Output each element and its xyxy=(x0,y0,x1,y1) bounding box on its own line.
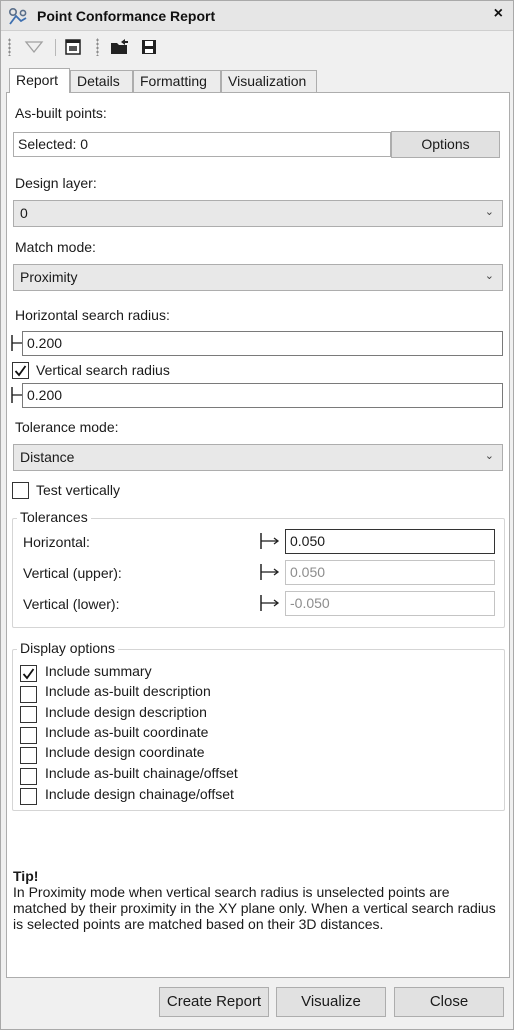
vertical-search-radius-checkbox[interactable] xyxy=(12,362,29,379)
save-button[interactable] xyxy=(138,36,160,58)
checkmark-icon xyxy=(22,668,35,680)
create-report-button[interactable]: Create Report xyxy=(159,987,269,1017)
include-as-built-description-label: Include as-built description xyxy=(45,683,211,699)
include-as-built-coordinate-label: Include as-built coordinate xyxy=(45,724,209,740)
open-folder-icon xyxy=(111,39,128,54)
match-mode-value: Proximity xyxy=(20,269,78,285)
display-options-group-title: Display options xyxy=(17,640,118,656)
include-summary-label: Include summary xyxy=(45,663,152,679)
toolbar xyxy=(1,31,513,63)
include-design-description-checkbox[interactable] xyxy=(20,706,37,723)
toolbar-grip[interactable] xyxy=(96,38,99,56)
include-design-description-label: Include design description xyxy=(45,704,207,720)
options-button[interactable]: Options xyxy=(391,131,500,158)
include-design-coordinate-label: Include design coordinate xyxy=(45,744,205,760)
tab-report[interactable]: Report xyxy=(9,68,70,93)
tolerance-vertical-upper-label: Vertical (upper): xyxy=(23,565,122,581)
save-icon xyxy=(142,40,156,54)
tolerance-mode-select[interactable]: Distance ⌄ xyxy=(13,444,503,471)
vertical-search-radius-input[interactable]: 0.200 xyxy=(22,383,503,408)
include-summary-checkbox[interactable] xyxy=(20,665,37,682)
open-button[interactable] xyxy=(109,36,131,58)
tip-text: In Proximity mode when vertical search r… xyxy=(13,884,496,932)
chevron-down-icon: ⌄ xyxy=(484,270,494,282)
design-layer-select[interactable]: 0 ⌄ xyxy=(13,200,503,227)
tolerance-mode-value: Distance xyxy=(20,449,75,465)
title-bar: Point Conformance Report × xyxy=(1,1,513,31)
design-layer-label: Design layer: xyxy=(15,175,97,191)
toolbar-separator xyxy=(55,39,56,56)
include-as-built-coordinate-checkbox[interactable] xyxy=(20,727,37,744)
tolerance-vertical-upper-input[interactable]: 0.050 xyxy=(285,560,495,585)
horizontal-search-radius-label: Horizontal search radius: xyxy=(15,307,170,323)
filter-icon xyxy=(24,41,44,54)
filter-button[interactable] xyxy=(23,36,45,58)
window-icon xyxy=(65,39,81,55)
match-mode-select[interactable]: Proximity ⌄ xyxy=(13,264,503,291)
include-as-built-chainage-offset-label: Include as-built chainage/offset xyxy=(45,765,238,781)
tip-title: Tip! xyxy=(13,868,39,884)
report-window: Point Conformance Report × Report Detail… xyxy=(0,0,514,1030)
tab-formatting[interactable]: Formatting xyxy=(133,70,221,92)
tolerance-mode-label: Tolerance mode: xyxy=(15,419,119,435)
checkmark-icon xyxy=(14,365,27,377)
tolerances-group-title: Tolerances xyxy=(17,509,91,525)
toolbar-grip[interactable] xyxy=(8,38,11,56)
visualize-button[interactable]: Visualize xyxy=(276,987,386,1017)
tolerance-horizontal-label: Horizontal: xyxy=(23,534,90,550)
chevron-down-icon: ⌄ xyxy=(484,206,494,218)
tolerance-vertical-lower-label: Vertical (lower): xyxy=(23,596,120,612)
window-button[interactable] xyxy=(62,36,84,58)
match-mode-label: Match mode: xyxy=(15,239,96,255)
include-as-built-description-checkbox[interactable] xyxy=(20,686,37,703)
radius-measure-icon xyxy=(260,595,280,611)
design-layer-value: 0 xyxy=(20,205,28,221)
selected-points-field[interactable]: Selected: 0 xyxy=(13,132,391,157)
app-icon xyxy=(8,7,27,25)
test-vertically-checkbox[interactable] xyxy=(12,482,29,499)
tab-visualization[interactable]: Visualization xyxy=(221,70,317,92)
horizontal-search-radius-input[interactable]: 0.200 xyxy=(22,331,503,356)
include-as-built-chainage-offset-checkbox[interactable] xyxy=(20,768,37,785)
tolerance-horizontal-input[interactable]: 0.050 xyxy=(285,529,495,554)
as-built-points-label: As-built points: xyxy=(15,105,107,121)
radius-measure-icon xyxy=(260,533,280,549)
close-icon[interactable]: × xyxy=(494,5,503,23)
tab-details[interactable]: Details xyxy=(70,70,133,92)
close-button[interactable]: Close xyxy=(394,987,504,1017)
test-vertically-label: Test vertically xyxy=(36,482,121,498)
include-design-chainage-offset-label: Include design chainage/offset xyxy=(45,786,234,802)
window-title: Point Conformance Report xyxy=(37,8,216,24)
radius-measure-icon xyxy=(260,564,280,580)
include-design-coordinate-checkbox[interactable] xyxy=(20,747,37,764)
include-design-chainage-offset-checkbox[interactable] xyxy=(20,788,37,805)
vertical-search-radius-label: Vertical search radius xyxy=(36,362,170,378)
tolerance-vertical-lower-input[interactable]: -0.050 xyxy=(285,591,495,616)
chevron-down-icon: ⌄ xyxy=(484,450,494,462)
